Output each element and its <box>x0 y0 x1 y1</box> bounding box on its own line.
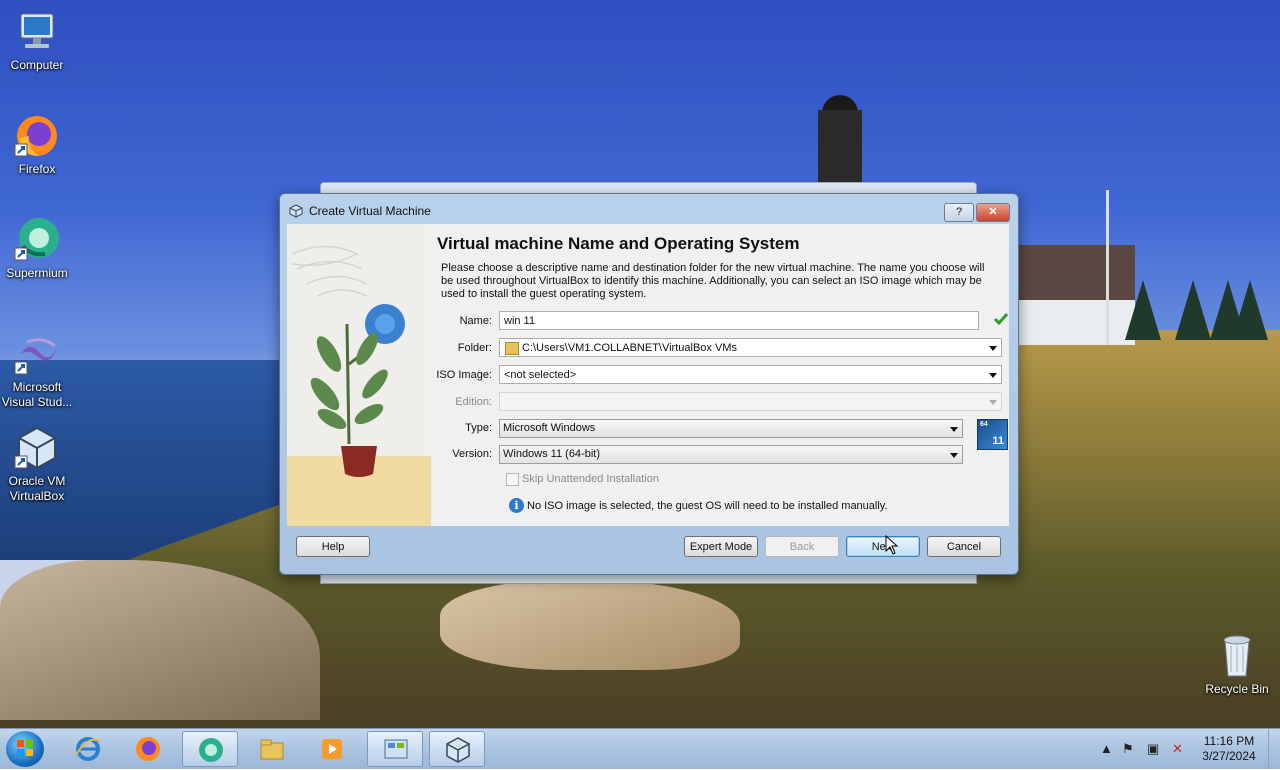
desktop-icon-virtualbox[interactable]: Oracle VM VirtualBox <box>0 424 74 504</box>
folder-value: C:\Users\VM1.COLLABNET\VirtualBox VMs <box>522 342 737 354</box>
name-label: Name: <box>459 315 492 327</box>
wizard-illustration <box>287 224 431 526</box>
flag-pole <box>1106 190 1109 345</box>
pine-tree <box>1125 280 1161 340</box>
taskbar-control-panel[interactable] <box>367 731 423 767</box>
virtualbox-icon <box>289 204 303 218</box>
internet-explorer-icon <box>75 737 101 761</box>
folder-icon <box>260 739 284 760</box>
action-center-flag-icon[interactable]: ⚑ <box>1122 741 1134 757</box>
computer-icon <box>13 8 61 56</box>
chevron-down-icon <box>950 427 958 432</box>
media-player-icon <box>322 739 342 759</box>
version-value: Windows 11 (64-bit) <box>503 448 600 460</box>
next-button[interactable]: Next <box>846 536 920 557</box>
chevron-down-icon <box>989 346 997 351</box>
page-description: Please choose a descriptive name and des… <box>441 262 985 300</box>
volume-muted-icon[interactable]: ✕ <box>1172 741 1183 757</box>
expert-mode-button[interactable]: Expert Mode <box>684 536 758 557</box>
title-help-button[interactable]: ? <box>944 203 974 222</box>
taskbar: ▲ ⚑ ▣ ✕ 11:16 PM 3/27/2024 <box>0 728 1280 769</box>
control-panel-icon <box>384 739 408 759</box>
close-button[interactable]: ✕ <box>976 203 1010 222</box>
virtualbox-icon <box>13 424 61 472</box>
skip-unattended-label: Skip Unattended Installation <box>522 473 659 485</box>
visual-studio-icon <box>13 330 61 378</box>
folder-icon <box>505 342 519 355</box>
info-icon: i <box>509 498 524 513</box>
page-heading: Virtual machine Name and Operating Syste… <box>437 234 800 253</box>
lighthouse-tower <box>818 110 862 185</box>
edition-label: Edition: <box>455 396 492 408</box>
firefox-icon <box>13 112 61 160</box>
create-vm-dialog: Create Virtual Machine ? ✕ Virtual machi… <box>279 193 1019 575</box>
desktop-icon-recycle-bin[interactable]: Recycle Bin <box>1200 632 1274 697</box>
rocks-center <box>440 580 740 670</box>
back-button[interactable]: Back <box>765 536 839 557</box>
edition-select <box>499 392 1002 411</box>
type-select[interactable]: Microsoft Windows <box>499 419 963 438</box>
network-icon[interactable]: ▣ <box>1147 741 1159 757</box>
recycle-bin-icon <box>1213 632 1261 680</box>
name-field[interactable]: win 11 <box>499 311 979 330</box>
dialog-content: Virtual machine Name and Operating Syste… <box>287 224 1009 526</box>
iso-label: ISO Image: <box>436 369 492 381</box>
system-clock[interactable]: 11:16 PM 3/27/2024 <box>1196 734 1262 764</box>
chevron-down-icon <box>989 400 997 405</box>
desktop-icon-supermium[interactable]: Supermium <box>0 216 74 281</box>
mouse-cursor-icon <box>885 534 899 555</box>
taskbar-virtualbox[interactable] <box>429 731 485 767</box>
supermium-icon <box>199 738 223 762</box>
show-desktop-button[interactable] <box>1268 729 1280 769</box>
pine-tree <box>1232 280 1268 340</box>
taskbar-media-player[interactable] <box>304 731 360 767</box>
cancel-button[interactable]: Cancel <box>927 536 1001 557</box>
type-value: Microsoft Windows <box>503 422 596 434</box>
os-type-icon: 64 11 <box>977 419 1008 450</box>
dialog-title: Create Virtual Machine <box>309 204 431 218</box>
help-button[interactable]: Help <box>296 536 370 557</box>
clock-date: 3/27/2024 <box>1202 749 1256 763</box>
taskbar-internet-explorer[interactable] <box>60 731 116 767</box>
supermium-icon <box>13 216 61 264</box>
desktop-icon-visual-studio[interactable]: Microsoft Visual Stud... <box>0 330 74 410</box>
dialog-titlebar[interactable]: Create Virtual Machine ? ✕ <box>280 194 1018 224</box>
house-roof <box>1015 245 1135 300</box>
clock-time: 11:16 PM <box>1203 734 1255 748</box>
chevron-down-icon <box>989 373 997 378</box>
taskbar-firefox[interactable] <box>120 731 176 767</box>
taskbar-file-explorer[interactable] <box>244 731 300 767</box>
pine-tree <box>1175 280 1211 340</box>
folder-select[interactable]: C:\Users\VM1.COLLABNET\VirtualBox VMs <box>499 338 1002 357</box>
info-message: No ISO image is selected, the guest OS w… <box>527 500 888 512</box>
firefox-icon <box>136 737 160 761</box>
type-label: Type: <box>465 422 492 434</box>
virtualbox-icon <box>446 737 470 763</box>
folder-label: Folder: <box>457 342 492 354</box>
desktop-icon-computer[interactable]: Computer <box>0 8 74 73</box>
taskbar-supermium[interactable] <box>182 731 238 767</box>
desktop-icon-firefox[interactable]: Firefox <box>0 112 74 177</box>
chevron-down-icon <box>950 453 958 458</box>
version-select[interactable]: Windows 11 (64-bit) <box>499 445 963 464</box>
skip-unattended-checkbox[interactable] <box>506 473 519 486</box>
show-hidden-icons-arrow[interactable]: ▲ <box>1100 741 1113 756</box>
start-button[interactable] <box>6 731 44 767</box>
iso-value: <not selected> <box>504 369 577 381</box>
iso-select[interactable]: <not selected> <box>499 365 1002 384</box>
valid-check-icon <box>993 311 1009 327</box>
version-label: Version: <box>452 448 492 460</box>
